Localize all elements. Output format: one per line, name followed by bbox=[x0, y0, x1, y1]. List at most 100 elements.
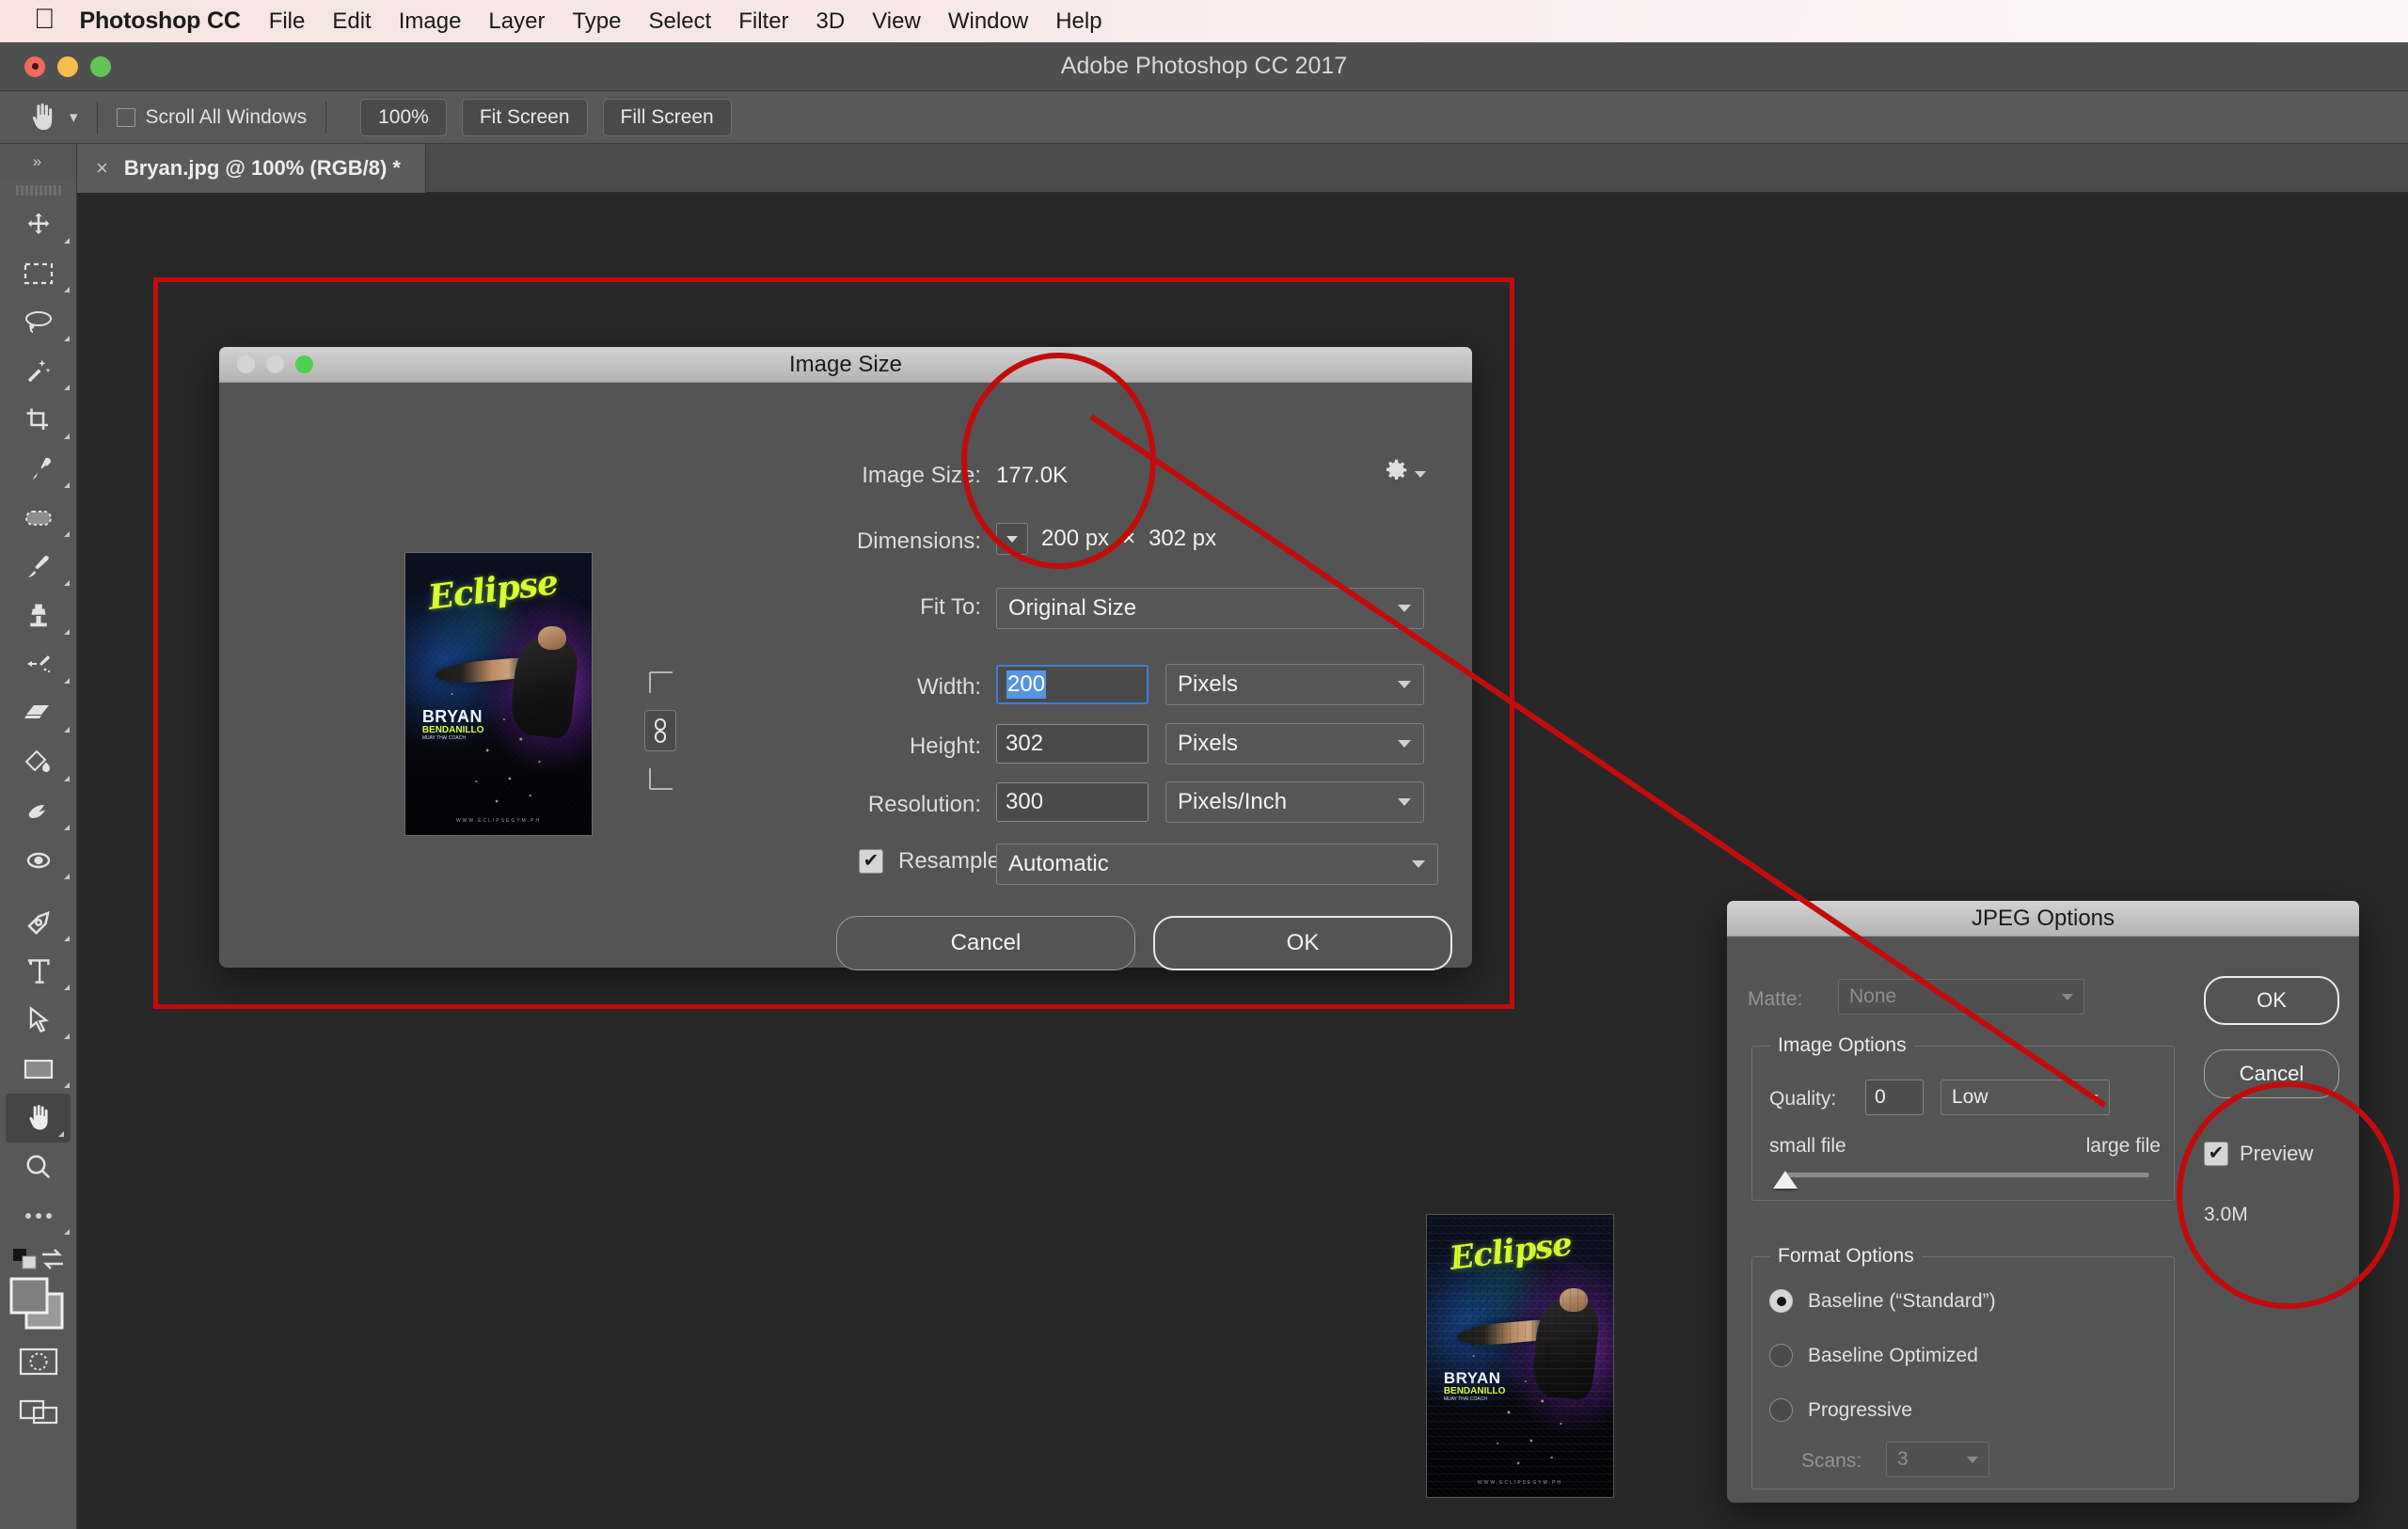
document-tab[interactable]: × Bryan.jpg @ 100% (RGB/8) * bbox=[77, 144, 426, 193]
quick-selection-tool[interactable] bbox=[0, 347, 76, 396]
type-tool[interactable] bbox=[0, 947, 76, 996]
fill-screen-button[interactable]: Fill Screen bbox=[602, 98, 732, 136]
tool-preset-chevron-down-icon[interactable]: ▾ bbox=[70, 108, 78, 127]
fit-screen-button[interactable]: Fit Screen bbox=[461, 98, 588, 136]
eyedropper-tool[interactable] bbox=[0, 445, 76, 494]
width-input[interactable]: 200 bbox=[996, 665, 1149, 704]
menu-layer[interactable]: Layer bbox=[488, 8, 545, 35]
resample-select[interactable]: Automatic bbox=[996, 843, 1438, 885]
image-size-minimize-button[interactable] bbox=[266, 355, 284, 373]
screen-mode-button[interactable] bbox=[0, 1387, 76, 1438]
quick-mask-button[interactable] bbox=[0, 1336, 76, 1387]
resolution-label: Resolution: bbox=[867, 792, 981, 817]
tool-expand-triangle-icon bbox=[64, 1033, 70, 1039]
jpeg-ok-button[interactable]: OK bbox=[2204, 976, 2339, 1025]
quality-input[interactable]: 0 bbox=[1865, 1080, 1924, 1115]
foreground-background-color[interactable] bbox=[9, 1277, 66, 1336]
hand-tool[interactable] bbox=[6, 1094, 71, 1143]
height-unit-value: Pixels bbox=[1178, 731, 1239, 756]
collapse-panel-button[interactable]: » bbox=[0, 144, 76, 180]
rectangular-marquee-tool[interactable] bbox=[0, 249, 76, 298]
cancel-button[interactable]: Cancel bbox=[836, 916, 1135, 970]
path-selection-tool[interactable] bbox=[0, 996, 76, 1045]
dimensions-width-value: 200 px bbox=[1041, 526, 1110, 551]
tool-expand-triangle-icon bbox=[64, 287, 70, 292]
fit-to-select[interactable]: Original Size bbox=[996, 588, 1424, 629]
pen-tool[interactable] bbox=[0, 898, 76, 947]
zoom-tool[interactable] bbox=[0, 1143, 76, 1191]
image-size-zoom-button[interactable] bbox=[295, 355, 313, 373]
height-unit-select[interactable]: Pixels bbox=[1165, 723, 1424, 764]
radio-baseline-optimized[interactable] bbox=[1769, 1344, 1793, 1367]
menu-help[interactable]: Help bbox=[1055, 8, 1101, 35]
image-size-close-button[interactable] bbox=[237, 355, 255, 373]
spot-healing-brush-tool[interactable] bbox=[0, 494, 76, 543]
menu-app-name[interactable]: Photoshop CC bbox=[80, 8, 241, 35]
width-unit-select[interactable]: Pixels bbox=[1165, 664, 1424, 705]
tool-expand-triangle-icon bbox=[64, 985, 70, 990]
dimensions-unit-chevron-down-icon[interactable] bbox=[996, 523, 1028, 555]
rectangle-tool[interactable] bbox=[0, 1045, 76, 1094]
jpeg-cancel-button[interactable]: Cancel bbox=[2204, 1049, 2339, 1098]
gear-icon[interactable] bbox=[1382, 456, 1426, 484]
clone-stamp-tool[interactable] bbox=[0, 591, 76, 640]
tool-expand-triangle-icon bbox=[64, 1229, 70, 1235]
options-divider-1 bbox=[96, 101, 98, 134]
image-size-dialog[interactable]: Image Size Eclipse BRYAN BENDANILLO MUAY bbox=[219, 347, 1472, 970]
menu-window[interactable]: Window bbox=[948, 8, 1028, 35]
menu-select[interactable]: Select bbox=[649, 8, 712, 35]
scans-select: 3 bbox=[1886, 1442, 1989, 1477]
scroll-all-windows-checkbox[interactable] bbox=[116, 107, 135, 127]
menu-view[interactable]: View bbox=[872, 8, 921, 35]
canvas-document-image[interactable]: Eclipse BRYAN BENDANILLO MUAY THAI COACH… bbox=[1426, 1214, 1614, 1498]
brush-tool[interactable] bbox=[0, 543, 76, 591]
quality-slider-thumb[interactable] bbox=[1773, 1171, 1798, 1189]
quality-slider-track[interactable] bbox=[1782, 1173, 2149, 1177]
quality-preset-select[interactable]: Low bbox=[1941, 1080, 2110, 1115]
format-option-progressive[interactable]: Progressive bbox=[1769, 1398, 1912, 1422]
color-swatches[interactable] bbox=[0, 1246, 76, 1336]
menu-type[interactable]: Type bbox=[572, 8, 621, 35]
eraser-tool[interactable] bbox=[0, 689, 76, 738]
edit-toolbar-button[interactable] bbox=[0, 1191, 76, 1240]
tool-expand-triangle-icon bbox=[58, 1131, 64, 1137]
gradient-tool[interactable] bbox=[0, 738, 76, 787]
zoom-100-button[interactable]: 100% bbox=[360, 98, 447, 136]
chevron-down-icon bbox=[1398, 605, 1411, 612]
blur-tool[interactable] bbox=[0, 787, 76, 836]
toolbar-drag-grip[interactable] bbox=[0, 180, 76, 200]
lasso-tool[interactable] bbox=[0, 298, 76, 347]
image-size-preview-thumbnail[interactable]: Eclipse BRYAN BENDANILLO MUAY THAI COACH… bbox=[404, 552, 593, 836]
jpeg-options-dialog[interactable]: JPEG Options Matte: None OK Cancel Previ… bbox=[1727, 901, 2359, 1503]
menu-3d[interactable]: 3D bbox=[816, 8, 846, 35]
tools-panel: » bbox=[0, 144, 77, 1529]
menu-file[interactable]: File bbox=[269, 8, 306, 35]
menu-edit[interactable]: Edit bbox=[332, 8, 371, 35]
apple-icon[interactable]:  bbox=[34, 5, 55, 34]
close-icon[interactable]: × bbox=[96, 158, 108, 179]
height-label: Height: bbox=[909, 733, 981, 759]
resolution-unit-select[interactable]: Pixels/Inch bbox=[1165, 781, 1424, 823]
resample-checkbox[interactable] bbox=[859, 849, 883, 874]
menu-image[interactable]: Image bbox=[399, 8, 462, 35]
image-size-traffic-lights[interactable] bbox=[237, 355, 313, 373]
history-brush-tool[interactable] bbox=[0, 640, 76, 689]
radio-baseline-standard[interactable] bbox=[1769, 1289, 1793, 1313]
menu-filter[interactable]: Filter bbox=[738, 8, 788, 35]
dodge-tool[interactable] bbox=[0, 836, 76, 885]
height-input[interactable]: 302 bbox=[996, 724, 1149, 764]
ok-button[interactable]: OK bbox=[1153, 916, 1452, 970]
matte-label: Matte: bbox=[1748, 988, 1803, 1010]
format-option-baseline-optimized[interactable]: Baseline Optimized bbox=[1769, 1344, 1978, 1367]
image-size-row-value: 177.0K bbox=[996, 463, 1069, 488]
crop-tool[interactable] bbox=[0, 396, 76, 445]
tool-expand-triangle-icon bbox=[64, 531, 70, 537]
swap-arrows-icon[interactable] bbox=[40, 1248, 66, 1277]
radio-progressive[interactable] bbox=[1769, 1398, 1793, 1422]
options-bar: ▾ Scroll All Windows 100% Fit Screen Fil… bbox=[0, 91, 2408, 144]
preview-checkbox[interactable] bbox=[2204, 1142, 2228, 1166]
hand-tool-icon[interactable] bbox=[26, 102, 58, 134]
move-tool[interactable] bbox=[0, 200, 76, 249]
resolution-input[interactable]: 300 bbox=[996, 782, 1149, 822]
format-option-baseline-standard[interactable]: Baseline (“Standard”) bbox=[1769, 1289, 1996, 1313]
